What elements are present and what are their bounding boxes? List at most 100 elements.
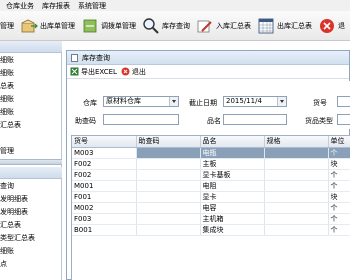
query-form: 仓库 原材料仓库 截止日期 2015/11/4 货号 助查码 品名 货品类型 [67,81,350,129]
inventory-query-button[interactable]: 库存查询 [142,13,190,39]
outbound-summary-button[interactable]: 出库汇总表 [257,13,312,39]
inventory-grid: 货号 助查码 品名 规格 单位 M003 电瓶 个 F002 主板 块 F002… [71,135,350,280]
nav-item[interactable] [0,131,62,144]
export-excel-button[interactable]: 导出EXCEL [70,67,117,77]
cell-spec [264,224,329,236]
panel-splitter[interactable] [0,159,62,165]
date-picker[interactable]: 2015/11/4 [223,96,287,107]
cell-spec [264,147,329,159]
table-row[interactable]: F002 显卡基板 个 [72,169,350,181]
cell-code: F003 [72,213,137,225]
chevron-down-icon[interactable] [169,97,178,106]
column-header-helper[interactable]: 助查码 [136,136,201,148]
menu-warehouse-ops[interactable]: 仓库业务 [6,1,34,11]
chevron-down-icon[interactable] [277,97,286,106]
column-header-unit[interactable]: 单位 [328,136,350,148]
nav-item[interactable]: 管理 [0,144,62,157]
nav-item[interactable]: 发明细表 [0,192,62,205]
cell-code: B001 [72,224,137,236]
warehouse-value: 原材料仓库 [106,97,141,105]
nav-group-header[interactable] [0,41,62,53]
toolbar-label: 退 [338,21,345,30]
cell-helper [136,169,201,181]
window-title-bar: 库存查询 [67,51,349,65]
column-header-code[interactable]: 货号 [72,136,137,148]
product-type-label: 货品类型 [305,117,333,125]
cell-code: M002 [72,202,137,214]
nav-item[interactable]: 类型汇总表 [0,231,62,244]
table-row[interactable]: F001 显卡 块 [72,191,350,203]
menu-bar: 仓库业务 库存报表 系统管理 [0,0,350,11]
product-name-input[interactable] [223,114,287,125]
product-type-select[interactable] [337,114,350,125]
left-nav-panel: 细账 细账 总表 细账 细账 汇总表 管理 查询 发明细表 发明细表 汇总表 类… [0,41,62,280]
toolbar-label: 管理 [0,21,14,30]
table-row[interactable]: F002 主板 块 [72,158,350,170]
transfer-icon [83,19,97,32]
helper-code-input[interactable] [103,114,179,125]
cell-helper [136,202,201,214]
cell-helper [136,158,201,170]
table-row[interactable]: M002 电容 个 [72,202,350,214]
window-toolbar: 导出EXCEL 退出 [67,65,349,79]
cell-unit: 个 [328,169,350,181]
inbound-summary-button[interactable]: 入库汇总表 [196,13,251,39]
nav-item[interactable]: 汇总表 [0,118,62,131]
nav-item[interactable]: 细账 [0,92,62,105]
cell-helper [136,213,201,225]
pen-icon [197,20,212,32]
nav-item[interactable]: 细账 [0,244,62,257]
cell-name: 电容 [200,202,265,214]
nav-item[interactable]: 点 [0,257,62,270]
nav-group-header[interactable] [0,167,62,179]
menu-system-admin[interactable]: 系统管理 [78,1,106,11]
toolbar: 管理 出库单管理 调拨单管理 库存查询 入库汇总表 出库汇总表 退 [0,11,350,41]
nav-item[interactable]: 发明细表 [0,205,62,218]
window-exit-button[interactable]: 退出 [121,67,146,77]
menu-inventory-reports[interactable]: 库存报表 [42,1,70,11]
exit-icon [320,18,334,33]
cell-code: M001 [72,180,137,192]
transfer-manage-button[interactable]: 调拨单管理 [81,13,136,39]
cell-spec [264,191,329,203]
cell-unit: 个 [328,180,350,192]
table-row[interactable]: M001 电阻 个 [72,180,350,192]
date-value: 2015/11/4 [226,97,262,105]
cell-code: F002 [72,169,137,181]
cell-code: F002 [72,158,137,170]
toolbar-label: 库存查询 [162,21,190,30]
cell-name: 显卡基板 [200,169,265,181]
table-row[interactable]: F003 主机箱 个 [72,213,350,225]
nav-group-reports: 查询 发明细表 发明细表 汇总表 类型汇总表 细账 点 [0,167,62,270]
cell-helper [136,191,201,203]
table-row[interactable]: B001 集成块 个 [72,224,350,236]
table-row[interactable]: M003 电瓶 个 [72,147,350,159]
cell-unit: 个 [328,213,350,225]
cell-spec [264,169,329,181]
nav-item[interactable]: 总表 [0,79,62,92]
export-label: 导出EXCEL [81,67,117,76]
toolbar-manage-button[interactable]: 管理 [0,13,14,39]
toolbar-label: 出库单管理 [40,21,75,30]
nav-item[interactable]: 细账 [0,66,62,79]
nav-item[interactable]: 细账 [0,53,62,66]
toolbar-label: 调拨单管理 [101,21,136,30]
toolbar-label: 出库汇总表 [277,21,312,30]
cell-unit: 个 [328,147,350,159]
cell-spec [264,180,329,192]
table-header-row: 货号 助查码 品名 规格 单位 [72,136,350,148]
cell-spec [264,202,329,214]
nav-item[interactable]: 查询 [0,179,62,192]
cell-name: 主机箱 [200,213,265,225]
exit-button[interactable]: 退 [318,13,345,39]
code-input[interactable] [337,96,350,107]
nav-item[interactable]: 细账 [0,105,62,118]
outbound-manage-button[interactable]: 出库单管理 [20,13,75,39]
column-header-name[interactable]: 品名 [200,136,265,148]
warehouse-select[interactable]: 原材料仓库 [103,96,179,107]
cell-spec [264,213,329,225]
column-header-spec[interactable]: 规格 [264,136,329,148]
excel-icon [70,67,79,76]
nav-item[interactable]: 汇总表 [0,218,62,231]
cell-spec [264,158,329,170]
